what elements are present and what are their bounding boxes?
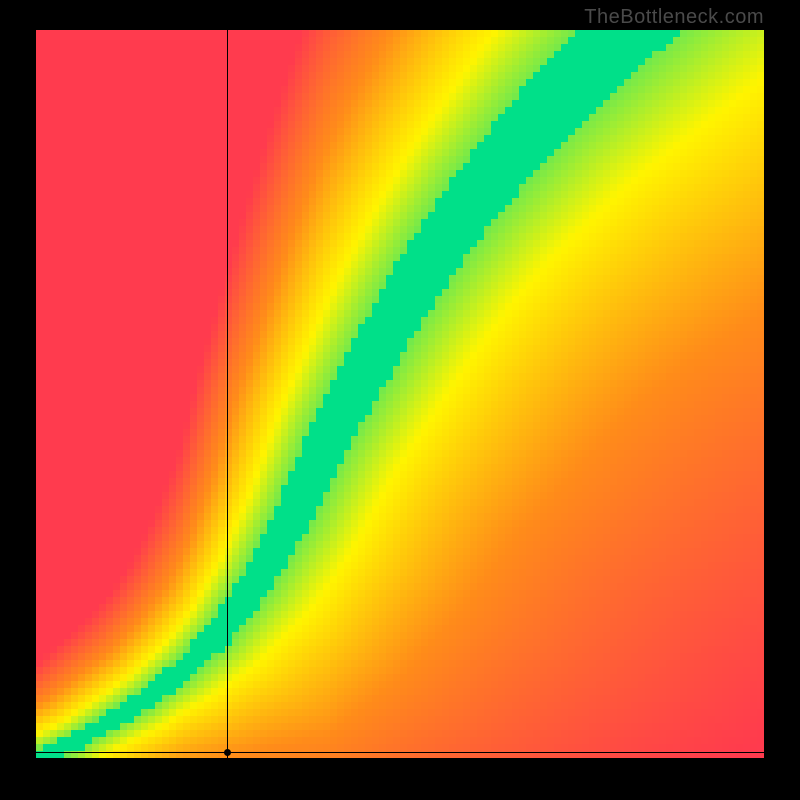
chart-container: TheBottleneck.com [0,0,800,800]
heatmap-plot [36,30,764,758]
guide-line-horizontal [36,752,772,753]
heatmap-canvas [36,30,764,758]
watermark-text: TheBottleneck.com [584,6,764,29]
guide-line-vertical [227,30,228,766]
guide-marker-dot [224,749,231,756]
